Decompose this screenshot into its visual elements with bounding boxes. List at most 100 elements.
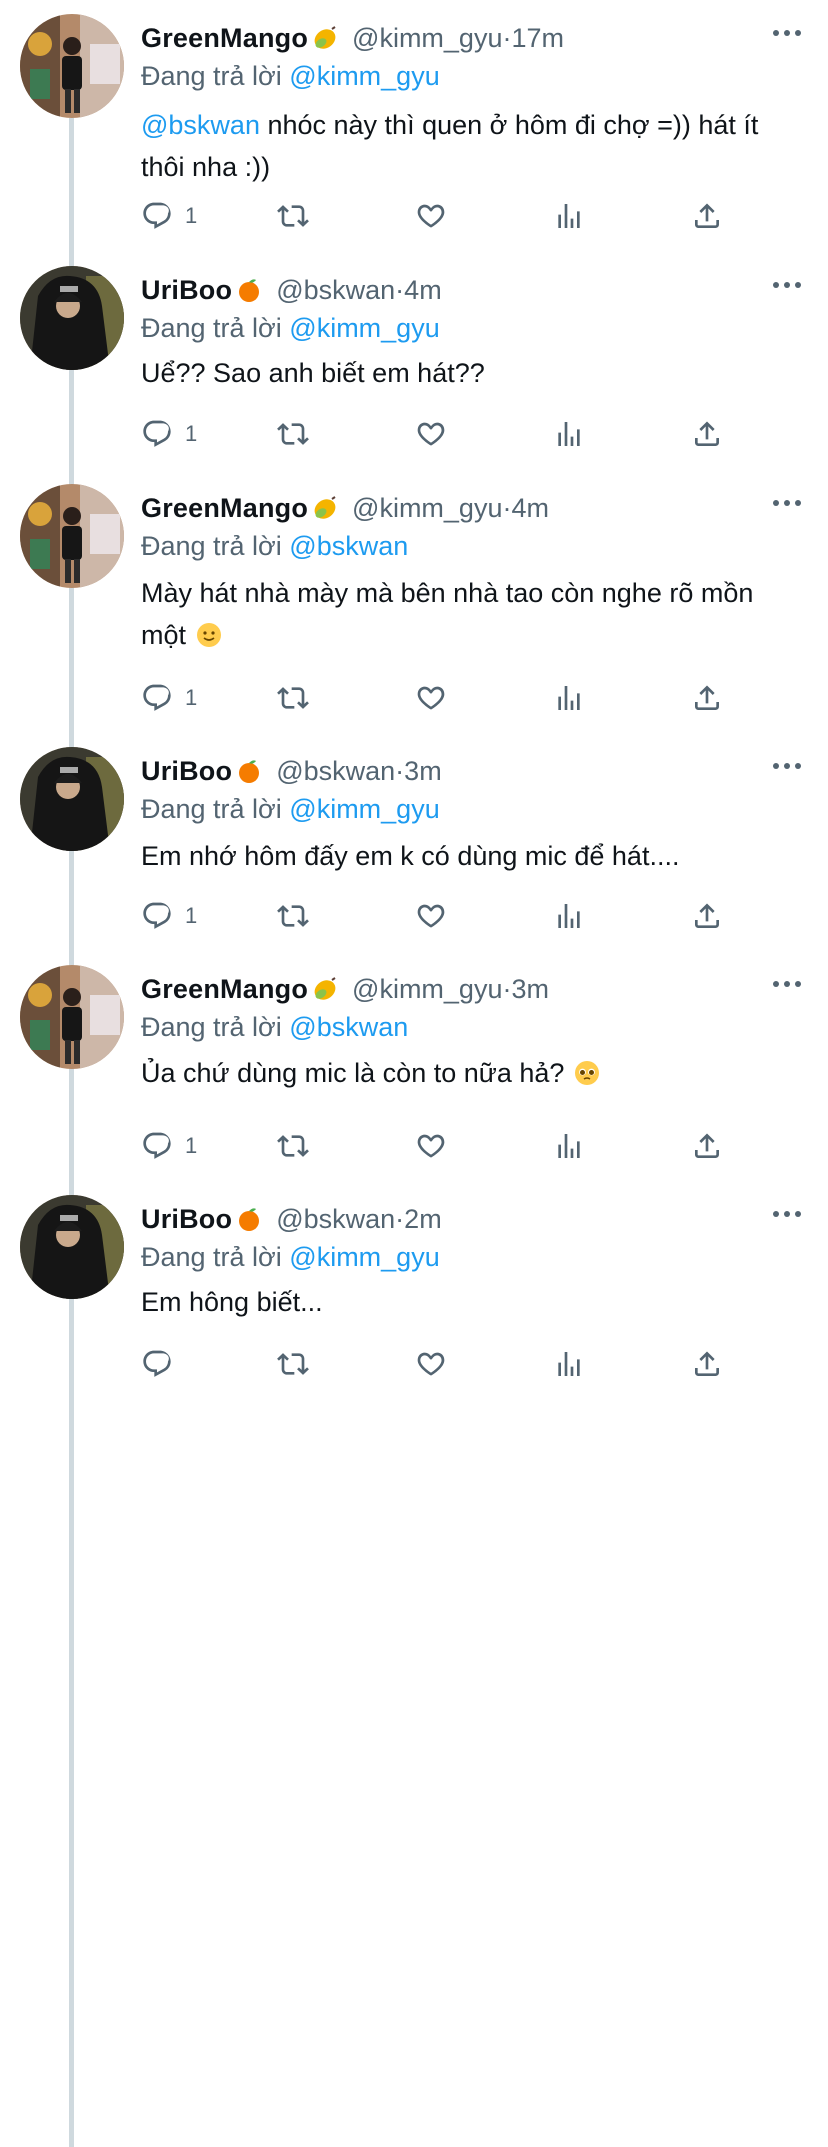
timestamp[interactable]: 2m [404, 1204, 442, 1235]
more-icon[interactable] [772, 26, 802, 40]
analytics-button[interactable] [553, 1126, 585, 1166]
analytics-button[interactable] [553, 896, 585, 936]
analytics-button[interactable] [553, 678, 585, 718]
analytics-button[interactable] [553, 414, 585, 454]
reply-button[interactable]: 1 [141, 1126, 197, 1166]
tweet-header: UriBoo @bskwan · 4m [141, 270, 442, 310]
display-name[interactable]: UriBoo [141, 756, 232, 787]
retweet-button[interactable] [277, 678, 309, 718]
user-handle[interactable]: @bskwan [276, 756, 395, 787]
timestamp[interactable]: 3m [404, 756, 442, 787]
timestamp[interactable]: 4m [404, 275, 442, 306]
tweet-text: Em hông biết... [141, 1281, 791, 1323]
replying-to-link[interactable]: @kimm_gyu [289, 313, 439, 343]
like-icon [415, 200, 447, 232]
reply-button[interactable]: 1 [141, 196, 197, 236]
avatar[interactable] [20, 747, 124, 851]
share-button[interactable] [691, 414, 723, 454]
avatar[interactable] [20, 1195, 124, 1299]
retweet-button[interactable] [277, 196, 309, 236]
avatar[interactable] [20, 266, 124, 370]
replying-to: Đang trả lời @bskwan [141, 1007, 408, 1047]
user-handle[interactable]: @bskwan [276, 275, 395, 306]
like-icon [415, 900, 447, 932]
like-button[interactable] [415, 196, 447, 236]
more-icon[interactable] [772, 278, 802, 292]
like-button[interactable] [415, 1344, 447, 1384]
reply-button[interactable]: 1 [141, 896, 197, 936]
share-button[interactable] [691, 1126, 723, 1166]
share-button[interactable] [691, 678, 723, 718]
analytics-button[interactable] [553, 1344, 585, 1384]
avatar[interactable] [20, 965, 124, 1069]
replying-prefix: Đang trả lời [141, 1012, 282, 1042]
tweet-body: Uể?? Sao anh biết em hát?? [141, 358, 485, 388]
tweet-actions: 1 [0, 414, 828, 454]
like-button[interactable] [415, 1126, 447, 1166]
replying-prefix: Đang trả lời [141, 794, 282, 824]
like-button[interactable] [415, 678, 447, 718]
user-handle[interactable]: @kimm_gyu [352, 493, 502, 524]
like-button[interactable] [415, 896, 447, 936]
retweet-button[interactable] [277, 1126, 309, 1166]
timestamp[interactable]: 4m [511, 493, 549, 524]
share-button[interactable] [691, 196, 723, 236]
replying-prefix: Đang trả lời [141, 531, 282, 561]
avatar[interactable] [20, 484, 124, 588]
display-name[interactable]: UriBoo [141, 275, 232, 306]
tweet-actions: 1 [0, 896, 828, 936]
share-icon [691, 1348, 723, 1380]
reply-tweet[interactable]: UriBoo @bskwan · 2m Đang trả lời @kimm_g… [0, 1181, 828, 1386]
display-name[interactable]: UriBoo [141, 1204, 232, 1235]
mango-emoji [312, 25, 338, 51]
retweet-icon [277, 900, 309, 932]
like-button[interactable] [415, 414, 447, 454]
replying-to-link[interactable]: @kimm_gyu [289, 61, 439, 91]
more-icon[interactable] [772, 977, 802, 991]
retweet-button[interactable] [277, 896, 309, 936]
avatar[interactable] [20, 14, 124, 118]
replying-to-link[interactable]: @kimm_gyu [289, 1242, 439, 1272]
more-icon[interactable] [772, 759, 802, 773]
separator-dot: · [502, 973, 512, 1004]
reply-icon [141, 1348, 173, 1380]
reply-icon [141, 200, 173, 232]
timestamp[interactable]: 17m [511, 23, 564, 54]
tangerine-emoji [236, 277, 262, 303]
reply-button[interactable]: 1 [141, 414, 197, 454]
display-name[interactable]: GreenMango [141, 974, 308, 1005]
share-button[interactable] [691, 896, 723, 936]
tweet-text: Mày hát nhà mày mà bên nhà tao còn nghe … [141, 572, 791, 656]
reply-button[interactable] [141, 1344, 185, 1384]
more-icon[interactable] [772, 496, 802, 510]
user-handle[interactable]: @kimm_gyu [352, 23, 502, 54]
display-name[interactable]: GreenMango [141, 493, 308, 524]
reply-tweet[interactable]: GreenMango @kimm_gyu · 17m Đang trả lời … [0, 0, 828, 252]
like-icon [415, 1130, 447, 1162]
timestamp[interactable]: 3m [511, 974, 549, 1005]
more-icon[interactable] [772, 1207, 802, 1221]
share-icon [691, 900, 723, 932]
display-name[interactable]: GreenMango [141, 23, 308, 54]
reply-icon [141, 900, 173, 932]
replying-to-link[interactable]: @kimm_gyu [289, 794, 439, 824]
replying-to-link[interactable]: @bskwan [289, 1012, 408, 1042]
reply-tweet[interactable]: UriBoo @bskwan · 4m Đang trả lời @kimm_g… [0, 252, 828, 470]
replying-to-link[interactable]: @bskwan [289, 531, 408, 561]
mention-link[interactable]: @bskwan [141, 110, 260, 140]
replying-prefix: Đang trả lời [141, 1242, 282, 1272]
tweet-actions: 1 [0, 1126, 828, 1166]
analytics-button[interactable] [553, 196, 585, 236]
retweet-button[interactable] [277, 1344, 309, 1384]
user-handle[interactable]: @kimm_gyu [352, 974, 502, 1005]
reply-button[interactable]: 1 [141, 678, 197, 718]
user-handle[interactable]: @bskwan [276, 1204, 395, 1235]
share-button[interactable] [691, 1344, 723, 1384]
reply-tweet[interactable]: GreenMango @kimm_gyu · 4m Đang trả lời @… [0, 470, 828, 733]
reply-tweet[interactable]: UriBoo @bskwan · 3m Đang trả lời @kimm_g… [0, 733, 828, 951]
reply-tweet[interactable]: GreenMango @kimm_gyu · 3m Đang trả lời @… [0, 951, 828, 1181]
tangerine-emoji [236, 1206, 262, 1232]
retweet-button[interactable] [277, 414, 309, 454]
replying-to: Đang trả lời @kimm_gyu [141, 308, 440, 348]
analytics-icon [553, 1348, 585, 1380]
